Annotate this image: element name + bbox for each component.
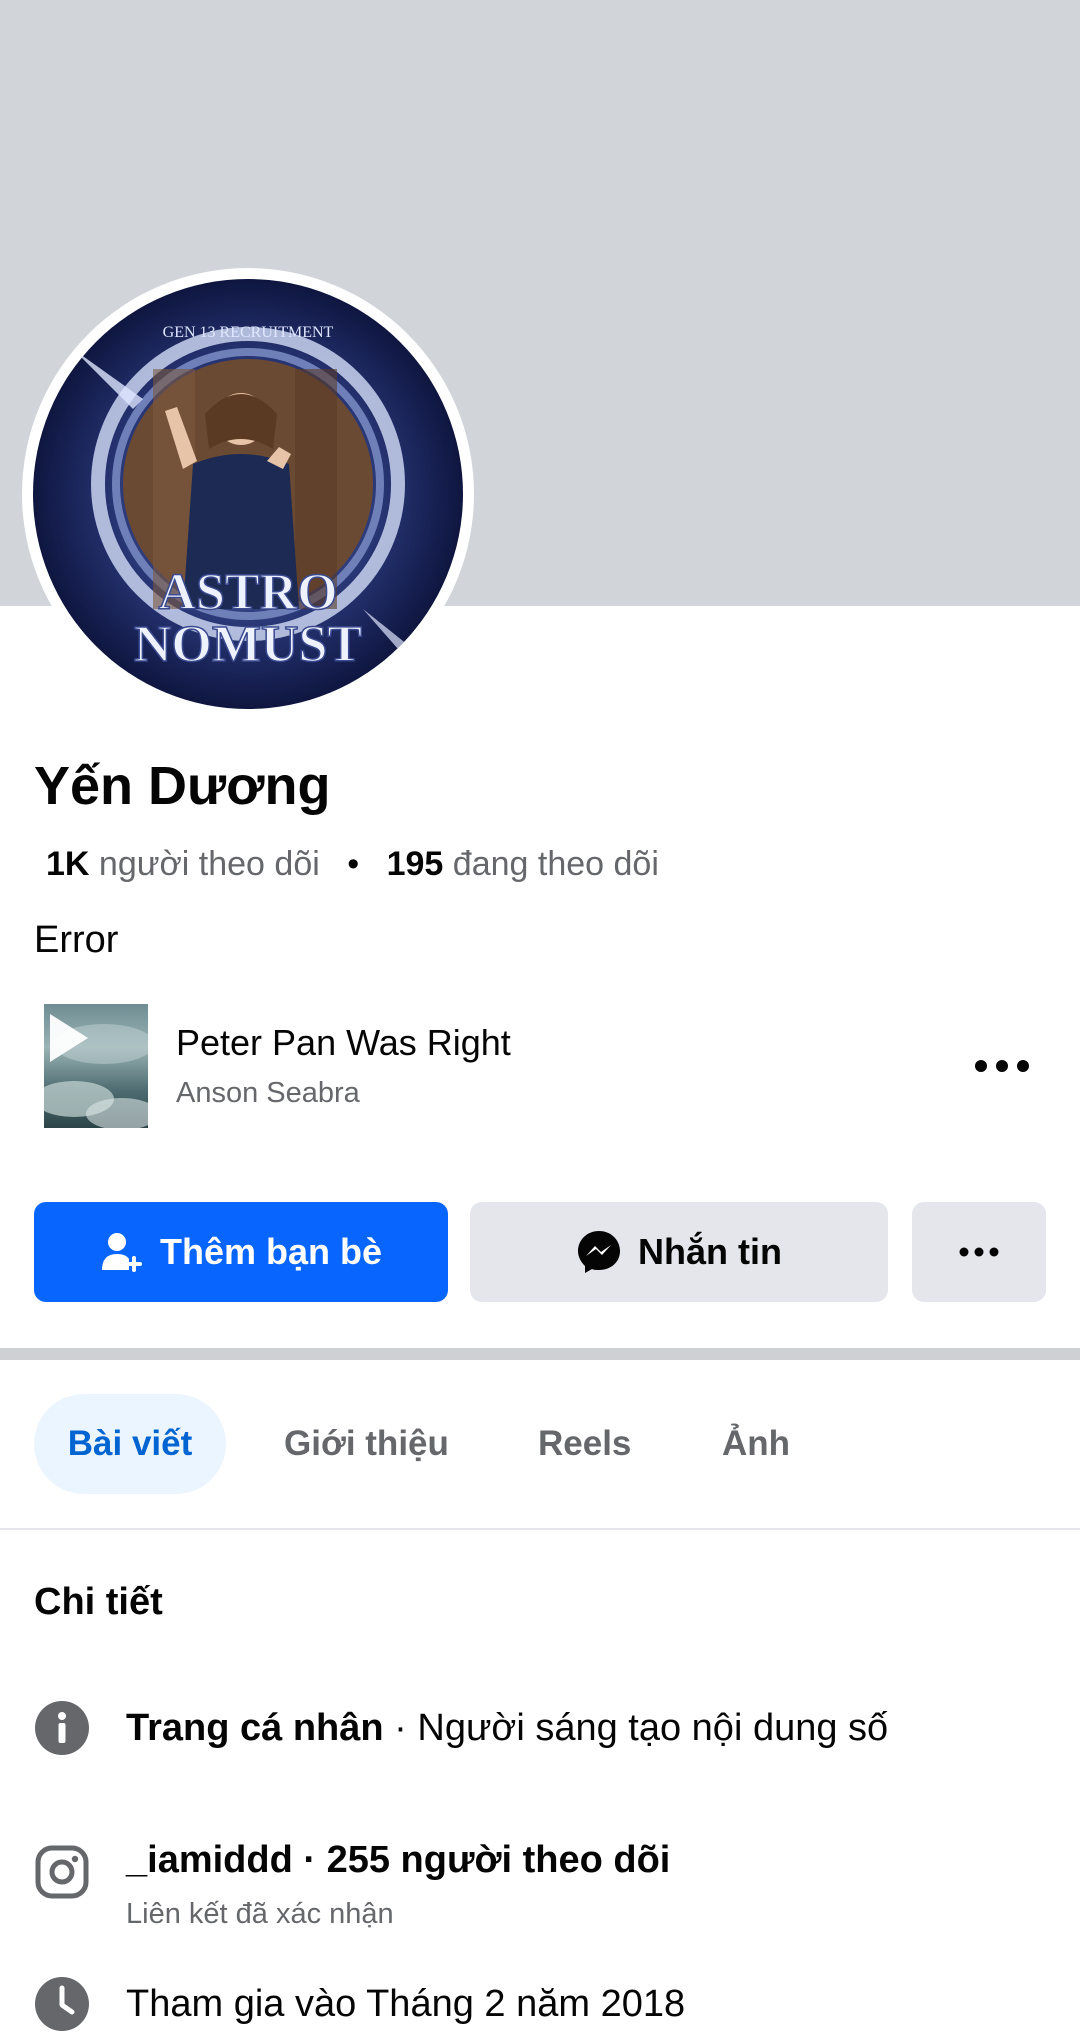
instagram-verified: Liên kết đã xác nhận: [126, 1898, 394, 1930]
album-art[interactable]: [44, 1004, 148, 1128]
avatar-artwork: GEN 13 RECRUITMENT ASTRO NOMUST: [33, 279, 463, 709]
profile-bio: Error: [34, 919, 119, 961]
tabs-divider: [0, 1528, 1080, 1530]
detail-instagram[interactable]: _iamiddd · 255 người theo dõi Liên kết đ…: [34, 1838, 1054, 1948]
clock-icon: [35, 1977, 89, 2031]
message-button[interactable]: Nhắn tin: [470, 1202, 888, 1302]
detail-page-type: Trang cá nhân · Người sáng tạo nội dung …: [34, 1700, 1054, 1760]
messenger-icon: [578, 1231, 620, 1273]
profile-music[interactable]: Peter Pan Was Right Anson Seabra: [44, 1004, 1044, 1130]
following-count: 195: [386, 845, 444, 883]
stats-separator: •: [347, 845, 360, 883]
avatar-logo-line1: ASTRO: [158, 564, 337, 621]
tab-photos[interactable]: Ảnh: [722, 1394, 790, 1494]
details-heading: Chi tiết: [34, 1581, 163, 1623]
followers-label: người theo dõi: [98, 845, 320, 883]
add-friend-icon: [101, 1233, 142, 1272]
detail-joined: Tham gia vào Tháng 2 năm 2018: [34, 1976, 1054, 2036]
add-friend-button[interactable]: Thêm bạn bè: [34, 1202, 448, 1302]
follow-stats[interactable]: 1K người theo dõi • 195 đang theo dõi: [46, 842, 659, 886]
add-friend-label: Thêm bạn bè: [159, 1231, 383, 1272]
music-more-icon[interactable]: [972, 1046, 1032, 1086]
info-icon: [35, 1701, 89, 1755]
followers-count: 1K: [46, 845, 90, 883]
avatar-top-text: GEN 13 RECRUITMENT: [163, 324, 334, 341]
following-label: đang theo dõi: [452, 845, 659, 883]
instagram-icon: [35, 1845, 89, 1899]
page-type-label: Trang cá nhân: [126, 1707, 384, 1749]
section-divider: [0, 1348, 1080, 1360]
tab-reels[interactable]: Reels: [538, 1394, 631, 1494]
song-title: Peter Pan Was Right: [176, 1022, 511, 1063]
song-artist: Anson Seabra: [176, 1077, 360, 1109]
avatar-logo-line2: NOMUST: [134, 616, 362, 673]
message-label: Nhắn tin: [638, 1231, 782, 1272]
tab-about[interactable]: Giới thiệu: [284, 1394, 449, 1494]
profile-name: Yến Dương: [34, 756, 331, 816]
profile-avatar[interactable]: GEN 13 RECRUITMENT ASTRO NOMUST: [33, 279, 463, 709]
instagram-handle[interactable]: _iamiddd · 255 người theo dõi: [126, 1839, 670, 1881]
page-type-category: · Người sáng tạo nội dung số: [383, 1707, 889, 1749]
tab-posts[interactable]: Bài viết: [34, 1394, 226, 1494]
more-icon: [959, 1247, 999, 1257]
play-icon[interactable]: [44, 1004, 148, 1128]
more-actions-button[interactable]: [912, 1202, 1046, 1302]
joined-date: Tham gia vào Tháng 2 năm 2018: [126, 1983, 686, 2025]
